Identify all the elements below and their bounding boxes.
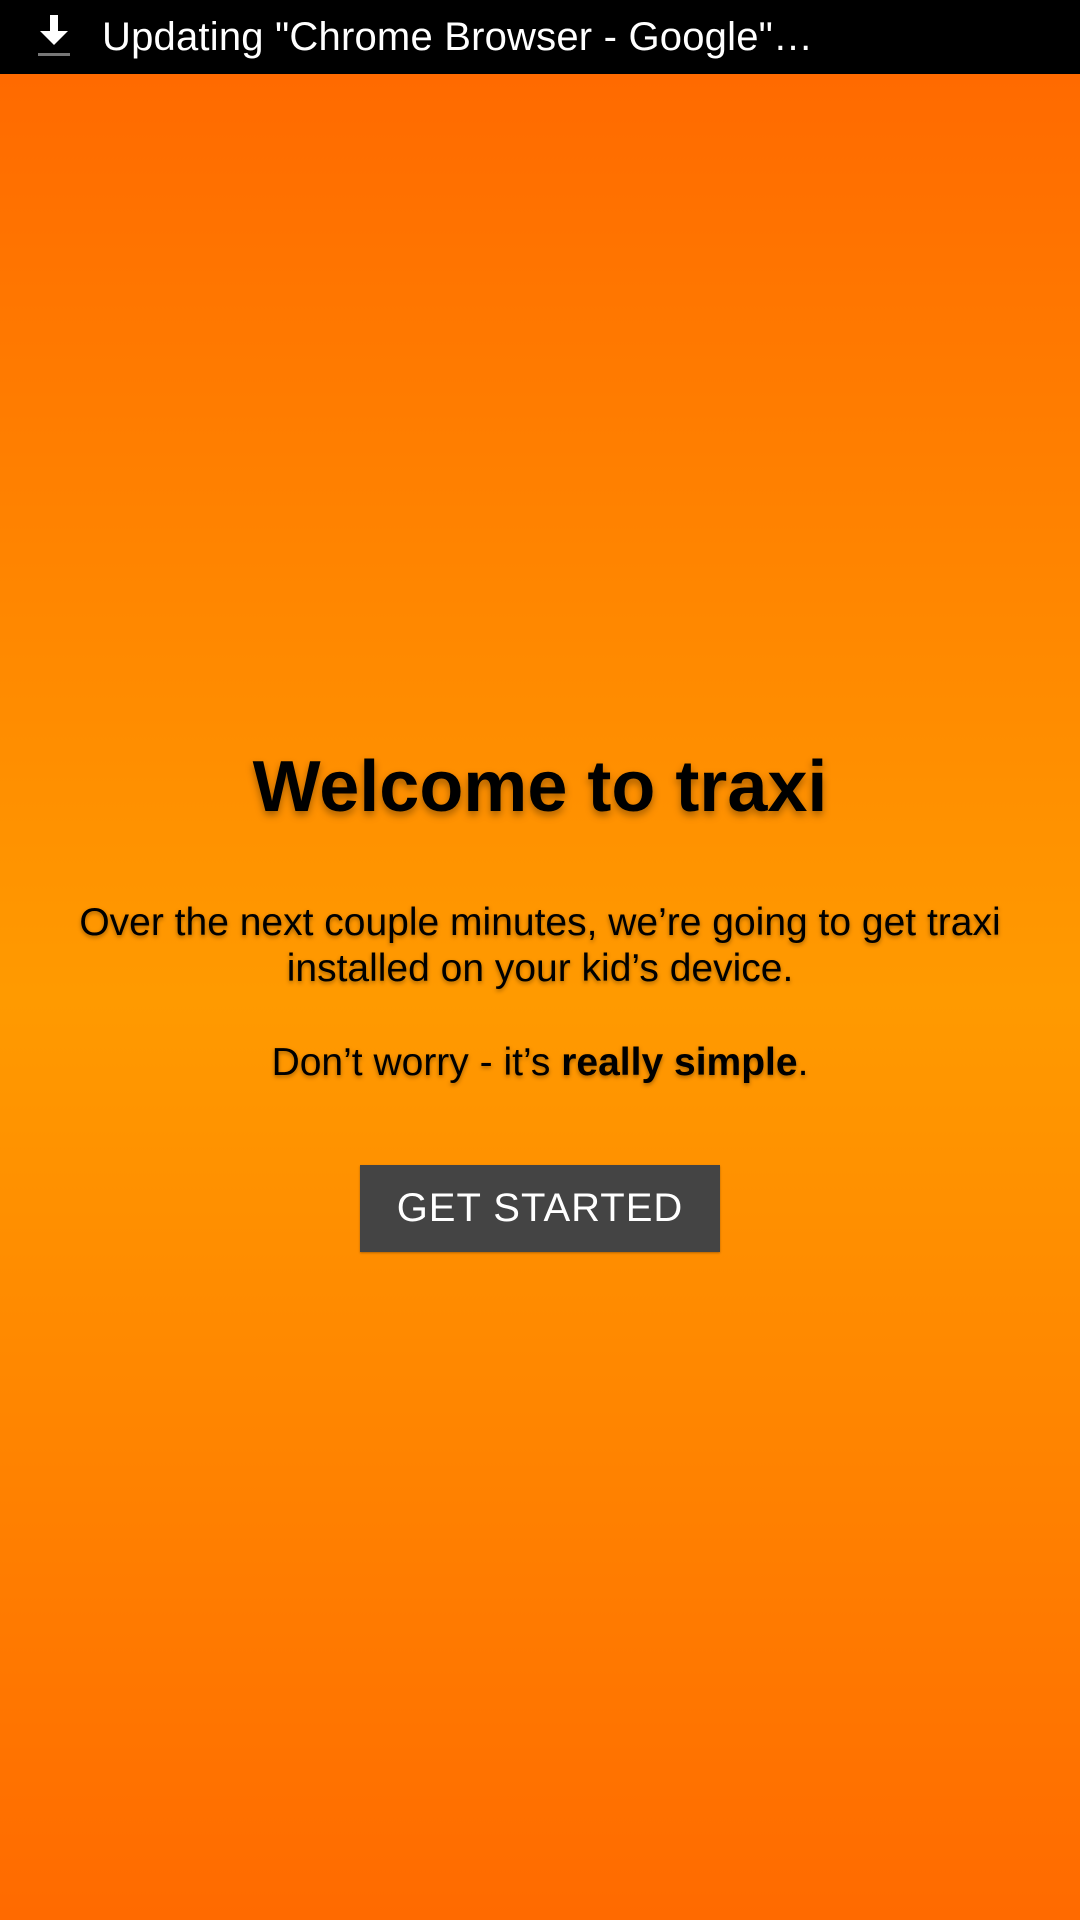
get-started-button[interactable]: GET STARTED: [360, 1165, 720, 1252]
welcome-reassurance: Don’t worry - it’s really simple.: [0, 1040, 1080, 1086]
reassurance-emphasis: really simple: [561, 1041, 798, 1084]
welcome-description: Over the next couple minutes, we’re goin…: [79, 901, 1001, 990]
reassurance-text: Don’t worry - it’s: [271, 1041, 562, 1084]
download-icon: [24, 0, 84, 74]
status-notification-text: Updating "Chrome Browser - Google"…: [102, 14, 814, 59]
page-title: Welcome to traxi: [252, 747, 828, 827]
status-bar[interactable]: Updating "Chrome Browser - Google"…: [0, 0, 1080, 74]
welcome-screen: Welcome to traxi Over the next couple mi…: [0, 74, 1080, 1920]
reassurance-end: .: [797, 1041, 809, 1084]
